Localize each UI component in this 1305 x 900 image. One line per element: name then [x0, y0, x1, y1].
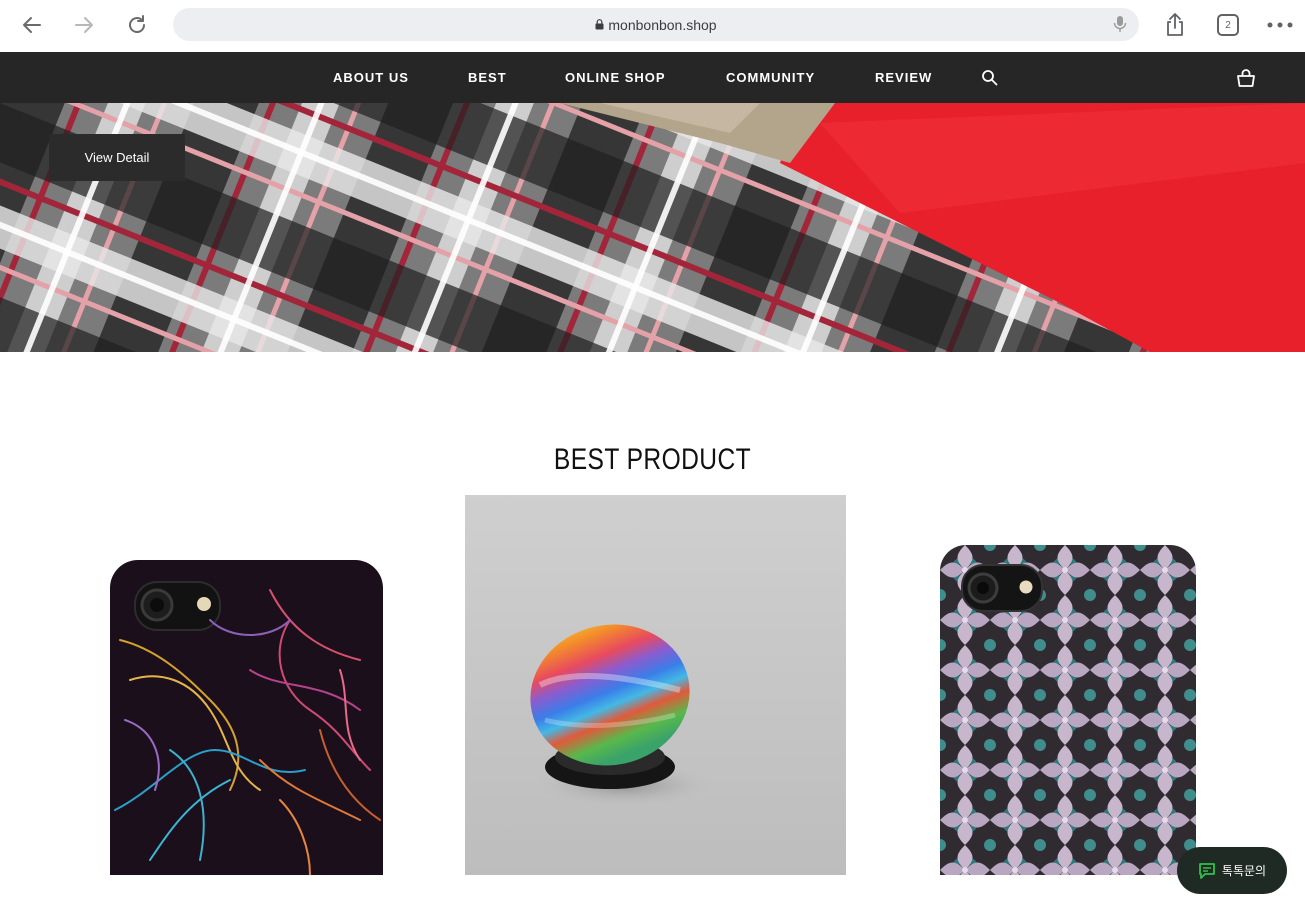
site-navigation: ABOUT US BEST ONLINE SHOP COMMUNITY REVI…	[0, 52, 1305, 103]
view-detail-button[interactable]: View Detail	[49, 134, 185, 181]
more-options-icon[interactable]	[1265, 10, 1295, 40]
nav-community[interactable]: COMMUNITY	[726, 52, 815, 103]
url-text: monbonbon.shop	[608, 16, 717, 33]
browser-toolbar: monbonbon.shop 2	[0, 0, 1305, 52]
cart-icon[interactable]	[1236, 68, 1256, 92]
chat-inquiry-button[interactable]: 톡톡문의	[1177, 847, 1287, 894]
product-card-phone-case-kaleidoscope[interactable]	[940, 545, 1196, 875]
search-icon[interactable]	[981, 69, 998, 91]
microphone-icon[interactable]	[1113, 15, 1127, 36]
nav-review[interactable]: REVIEW	[875, 52, 932, 103]
phone-case-neon-image	[110, 560, 383, 876]
nav-best[interactable]: BEST	[468, 52, 507, 103]
nav-online-shop[interactable]: ONLINE SHOP	[565, 52, 666, 103]
address-bar[interactable]: monbonbon.shop	[173, 8, 1139, 41]
share-icon[interactable]	[1160, 10, 1190, 40]
back-arrow-icon[interactable]	[17, 10, 47, 40]
tabs-icon[interactable]: 2	[1213, 10, 1243, 40]
chat-bubble-icon	[1198, 862, 1216, 880]
hero-plaid-image	[0, 103, 1305, 352]
phone-case-kaleidoscope-image	[940, 545, 1196, 875]
rainbow-grip-image	[465, 495, 846, 875]
lock-icon	[595, 17, 604, 33]
forward-arrow-icon[interactable]	[69, 10, 99, 40]
reload-icon[interactable]	[122, 10, 152, 40]
product-card-rainbow-grip[interactable]	[465, 495, 846, 875]
nav-about-us[interactable]: ABOUT US	[333, 52, 409, 103]
product-card-phone-case-neon[interactable]	[110, 560, 383, 876]
chat-label: 톡톡문의	[1221, 864, 1267, 878]
hero-banner[interactable]	[0, 103, 1305, 352]
best-product-title: BEST PRODUCT	[553, 443, 752, 476]
